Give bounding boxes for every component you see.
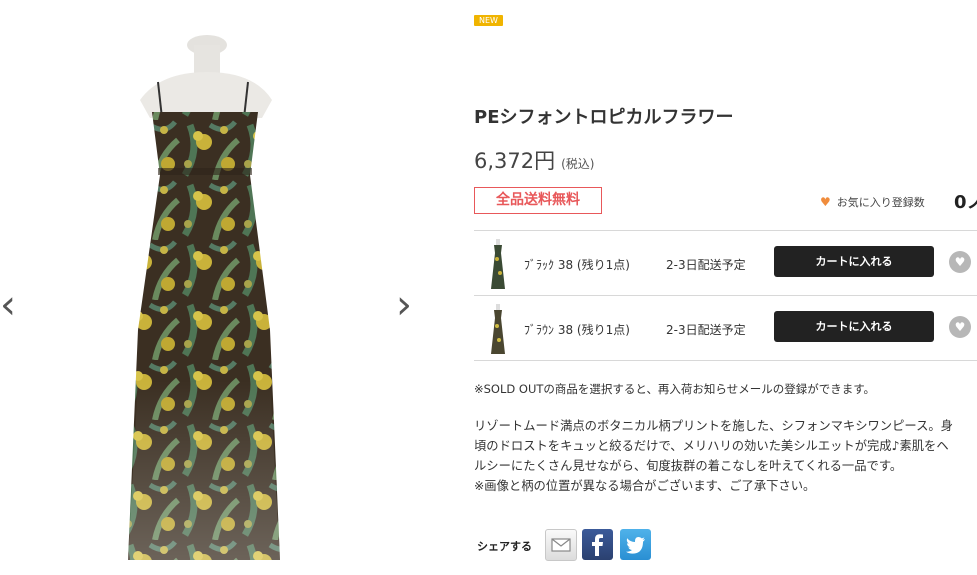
heart-icon: ♥ bbox=[820, 195, 831, 209]
variant-row: ﾌﾞﾗｳﾝ 38 (残り1点) 2-3日配送予定 カートに入れる ♥ bbox=[474, 296, 977, 360]
variant-label: ﾌﾞﾗｯｸ 38 (残り1点) bbox=[524, 258, 630, 272]
twitter-icon bbox=[626, 537, 645, 554]
mail-share-button[interactable] bbox=[545, 529, 577, 561]
product-gallery: ‹ › bbox=[0, 0, 440, 571]
add-to-cart-button[interactable]: カートに入れる bbox=[774, 246, 934, 277]
prev-image-arrow-icon[interactable]: ‹ bbox=[0, 285, 16, 325]
facebook-share-button[interactable] bbox=[582, 529, 613, 560]
product-description: リゾートムード満点のボタニカル柄プリントを施した、シフォンマキシワンピース。身 … bbox=[474, 416, 977, 496]
free-shipping-badge: 全品送料無料 bbox=[474, 187, 602, 214]
description-line: ルシーにたくさん見せながら、旬度抜群の着こなしを叶えてくれる一品です。 bbox=[474, 459, 903, 473]
favorite-count: 0ノ bbox=[954, 192, 977, 213]
delivery-estimate: 2-3日配送予定 bbox=[666, 323, 746, 337]
favorite-heart-icon[interactable]: ♥ bbox=[949, 316, 971, 338]
description-line: 頃のドロストをキュッと絞るだけで、メリハリの効いた美シルエットが完成♪素肌をヘ bbox=[474, 439, 949, 453]
description-line: リゾートムード満点のボタニカル柄プリントを施した、シフォンマキシワンピース。身 bbox=[474, 419, 953, 433]
variant-label: ﾌﾞﾗｳﾝ 38 (残り1点) bbox=[524, 323, 630, 337]
variant-row: ﾌﾞﾗｯｸ 38 (残り1点) 2-3日配送予定 カートに入れる ♥ bbox=[474, 231, 977, 295]
facebook-icon bbox=[592, 534, 603, 556]
variant-thumbnail bbox=[491, 239, 505, 289]
price-value: 6,372円 bbox=[474, 149, 556, 173]
tax-note: (税込) bbox=[561, 157, 595, 171]
product-image bbox=[128, 35, 280, 560]
next-image-arrow-icon[interactable]: › bbox=[396, 285, 412, 325]
divider bbox=[474, 360, 977, 361]
delivery-estimate: 2-3日配送予定 bbox=[666, 258, 746, 272]
share-label: シェアする bbox=[477, 540, 532, 553]
product-title: PEシフォントロピカルフラワー bbox=[474, 107, 734, 128]
variant-thumbnail bbox=[491, 304, 505, 354]
mail-icon bbox=[551, 538, 571, 552]
soldout-note: ※SOLD OUTの商品を選択すると、再入荷お知らせメールの登録ができます。 bbox=[474, 382, 876, 396]
description-line: ※画像と柄の位置が異なる場合がございます、ご了承下さい。 bbox=[474, 479, 816, 493]
favorite-heart-icon[interactable]: ♥ bbox=[949, 251, 971, 273]
twitter-share-button[interactable] bbox=[620, 529, 651, 560]
product-price: 6,372円 (税込) bbox=[474, 145, 595, 175]
favorite-info: ♥ お気に入り登録数 bbox=[820, 194, 925, 210]
add-to-cart-button[interactable]: カートに入れる bbox=[774, 311, 934, 342]
favorite-label: お気に入り登録数 bbox=[836, 196, 925, 209]
new-badge: NEW bbox=[474, 15, 503, 26]
